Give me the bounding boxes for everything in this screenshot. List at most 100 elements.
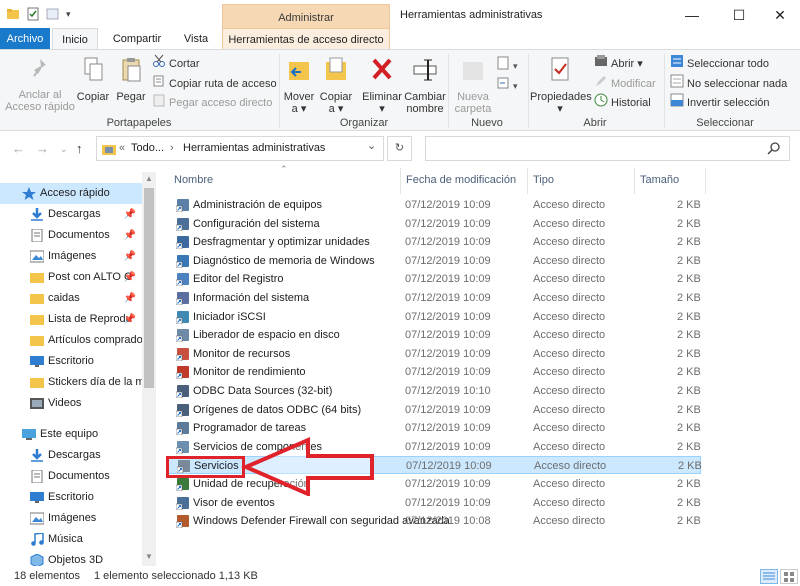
new-item-button[interactable]: ▾ bbox=[496, 56, 518, 74]
edit-button[interactable]: Modificar bbox=[594, 74, 656, 92]
column-divider[interactable] bbox=[634, 168, 635, 194]
nav-item-lista-reproduccion[interactable]: Lista de Reprodu 📌 bbox=[0, 309, 142, 330]
properties-icon[interactable] bbox=[26, 7, 40, 21]
up-arrow-icon[interactable]: ↑ bbox=[76, 141, 83, 156]
details-view-button[interactable] bbox=[760, 569, 778, 584]
table-row[interactable]: Programador de tareas 07/12/2019 10:09 Acc… bbox=[168, 419, 701, 437]
table-row[interactable]: Monitor de rendimiento 07/12/2019 10:09 Ac… bbox=[168, 363, 701, 381]
back-arrow-icon[interactable]: ← bbox=[12, 141, 25, 156]
rename-button[interactable]: Cambiar nombre bbox=[404, 54, 446, 115]
cell-name: Diagnóstico de memoria de Windows bbox=[193, 254, 375, 267]
pin-icon: 📌 bbox=[123, 272, 136, 283]
table-row[interactable]: ODBC Data Sources (32-bit) 07/12/2019 10:… bbox=[168, 382, 701, 400]
address-bar[interactable]: « Todo... › Herramientas administrativas… bbox=[96, 136, 384, 161]
breadcrumb-overflow[interactable]: « bbox=[119, 142, 125, 154]
scroll-down-icon[interactable]: ▼ bbox=[142, 552, 156, 561]
select-all-icon bbox=[670, 54, 684, 74]
cell-type: Acceso directo bbox=[533, 496, 606, 509]
tab-inicio[interactable]: Inicio bbox=[52, 28, 98, 50]
scroll-thumb[interactable] bbox=[144, 188, 154, 388]
rename-label-2: nombre bbox=[406, 103, 444, 115]
tab-archivo[interactable]: Archivo bbox=[0, 28, 50, 50]
table-row[interactable]: Administración de equipos 07/12/2019 10:0… bbox=[168, 196, 701, 214]
nav-item-acceso-rapido[interactable]: Acceso rápido bbox=[0, 183, 142, 204]
recent-chevron-icon[interactable]: ⌄ bbox=[60, 144, 68, 155]
breadcrumb-todo[interactable]: Todo... bbox=[131, 142, 164, 154]
nav-item-objetos-3d[interactable]: Objetos 3D bbox=[0, 550, 142, 566]
table-row[interactable]: Desfragmentar y optimizar unidades 07/12/… bbox=[168, 233, 701, 251]
table-row[interactable]: Monitor de recursos 07/12/2019 10:09 Acces… bbox=[168, 345, 701, 363]
refresh-button[interactable]: ↻ bbox=[387, 136, 412, 161]
new-folder-label-1: Nueva bbox=[457, 91, 489, 103]
nav-item-imagenes-pc[interactable]: Imágenes bbox=[0, 508, 142, 529]
column-header-size[interactable]: Tamaño bbox=[640, 172, 679, 192]
open-button[interactable]: Abrir ▾ bbox=[594, 54, 643, 72]
properties-button[interactable]: Propiedades ▾ bbox=[530, 54, 592, 115]
nav-item-escritorio-pc[interactable]: Escritorio bbox=[0, 487, 142, 508]
nav-item-articulos-comprados[interactable]: Artículos comprado bbox=[0, 330, 142, 351]
pin-quick-access-button[interactable]: Anclar al Acceso rápido bbox=[4, 54, 76, 113]
column-header-date[interactable]: Fecha de modificación bbox=[406, 172, 516, 192]
nav-item-descargas[interactable]: Descargas 📌 bbox=[0, 204, 142, 225]
table-row[interactable]: Visor de eventos 07/12/2019 10:09 Acceso d… bbox=[168, 494, 701, 512]
forward-arrow-icon[interactable]: → bbox=[36, 141, 49, 156]
search-icon[interactable] bbox=[767, 141, 781, 158]
table-row[interactable]: Windows Defender Firewall con seguridad … bbox=[168, 512, 701, 530]
scroll-up-icon[interactable]: ▲ bbox=[142, 174, 156, 183]
nav-item-imagenes[interactable]: Imágenes 📌 bbox=[0, 246, 142, 267]
breadcrumb-herramientas[interactable]: Herramientas administrativas bbox=[183, 142, 325, 154]
easy-access-button[interactable]: ▾ bbox=[496, 76, 518, 94]
address-dropdown-icon[interactable]: ⌄ bbox=[367, 139, 376, 152]
select-all-button[interactable]: Seleccionar todo bbox=[670, 54, 769, 72]
close-button[interactable]: ✕ bbox=[760, 0, 800, 30]
nav-item-stickers[interactable]: Stickers día de la mu bbox=[0, 372, 142, 393]
table-row[interactable]: Configuración del sistema 07/12/2019 10:0… bbox=[168, 215, 701, 233]
nav-item-videos[interactable]: Videos bbox=[0, 393, 142, 414]
history-button[interactable]: Historial bbox=[594, 93, 651, 111]
move-to-button[interactable]: Mover a ▾ bbox=[282, 54, 316, 115]
table-row[interactable]: Iniciador iSCSI 07/12/2019 10:09 Acceso di… bbox=[168, 308, 701, 326]
chevron-down-icon[interactable]: ▾ bbox=[66, 7, 74, 21]
new-folder-icon[interactable] bbox=[46, 7, 60, 21]
column-divider[interactable] bbox=[400, 168, 401, 194]
large-icons-view-button[interactable] bbox=[780, 569, 798, 584]
nav-item-post-con-alto[interactable]: Post con ALTO C 📌 bbox=[0, 267, 142, 288]
column-header-type[interactable]: Tipo bbox=[533, 172, 554, 192]
cell-date: 07/12/2019 10:09 bbox=[405, 292, 491, 304]
folder-icon[interactable] bbox=[6, 7, 20, 21]
paste-shortcut-button[interactable]: Pegar acceso directo bbox=[152, 93, 272, 111]
copy-path-button[interactable]: Copiar ruta de acceso bbox=[152, 74, 277, 92]
paste-button[interactable]: Pegar bbox=[114, 54, 148, 103]
nav-item-documentos[interactable]: Documentos 📌 bbox=[0, 225, 142, 246]
select-none-button[interactable]: No seleccionar nada bbox=[670, 74, 787, 92]
table-row[interactable]: Información del sistema 07/12/2019 10:09 A… bbox=[168, 289, 701, 307]
copy-button[interactable]: Copiar bbox=[76, 54, 110, 103]
nav-item-caidas[interactable]: caidas 📌 bbox=[0, 288, 142, 309]
ribbon: Anclar al Acceso rápido Copiar Pegar Cor… bbox=[0, 49, 800, 131]
maximize-button[interactable]: ☐ bbox=[719, 0, 759, 30]
minimize-button[interactable]: — bbox=[672, 0, 712, 30]
open-label: Abrir ▾ bbox=[611, 57, 643, 70]
tab-compartir[interactable]: Compartir bbox=[104, 28, 170, 50]
nav-item-musica[interactable]: Música bbox=[0, 529, 142, 550]
new-folder-button[interactable]: Nueva carpeta bbox=[452, 54, 494, 115]
search-input[interactable] bbox=[425, 136, 790, 161]
invert-selection-button[interactable]: Invertir selección bbox=[670, 93, 770, 111]
copy-to-button[interactable]: Copiar a ▾ bbox=[318, 54, 354, 115]
table-row[interactable]: Diagnóstico de memoria de Windows 07/12/2… bbox=[168, 252, 701, 270]
tab-herramientas-acceso-directo[interactable]: Herramientas de acceso directo bbox=[222, 28, 390, 50]
table-row[interactable]: Orígenes de datos ODBC (64 bits) 07/12/20… bbox=[168, 401, 701, 419]
column-divider[interactable] bbox=[705, 168, 706, 194]
delete-button[interactable]: Eliminar ▾ bbox=[362, 54, 402, 115]
nav-scrollbar[interactable]: ▲ ▼ bbox=[142, 172, 156, 566]
nav-item-documentos-pc[interactable]: Documentos bbox=[0, 466, 142, 487]
tab-vista[interactable]: Vista bbox=[176, 28, 216, 50]
column-header-name[interactable]: Nombre bbox=[174, 172, 213, 192]
table-row[interactable]: Liberador de espacio en disco 07/12/2019 … bbox=[168, 326, 701, 344]
nav-item-descargas-pc[interactable]: Descargas bbox=[0, 445, 142, 466]
cut-button[interactable]: Cortar bbox=[152, 54, 200, 72]
nav-item-este-equipo[interactable]: Este equipo bbox=[0, 424, 142, 445]
table-row[interactable]: Editor del Registro 07/12/2019 10:09 Acces… bbox=[168, 270, 701, 288]
column-divider[interactable] bbox=[527, 168, 528, 194]
nav-item-escritorio[interactable]: Escritorio bbox=[0, 351, 142, 372]
